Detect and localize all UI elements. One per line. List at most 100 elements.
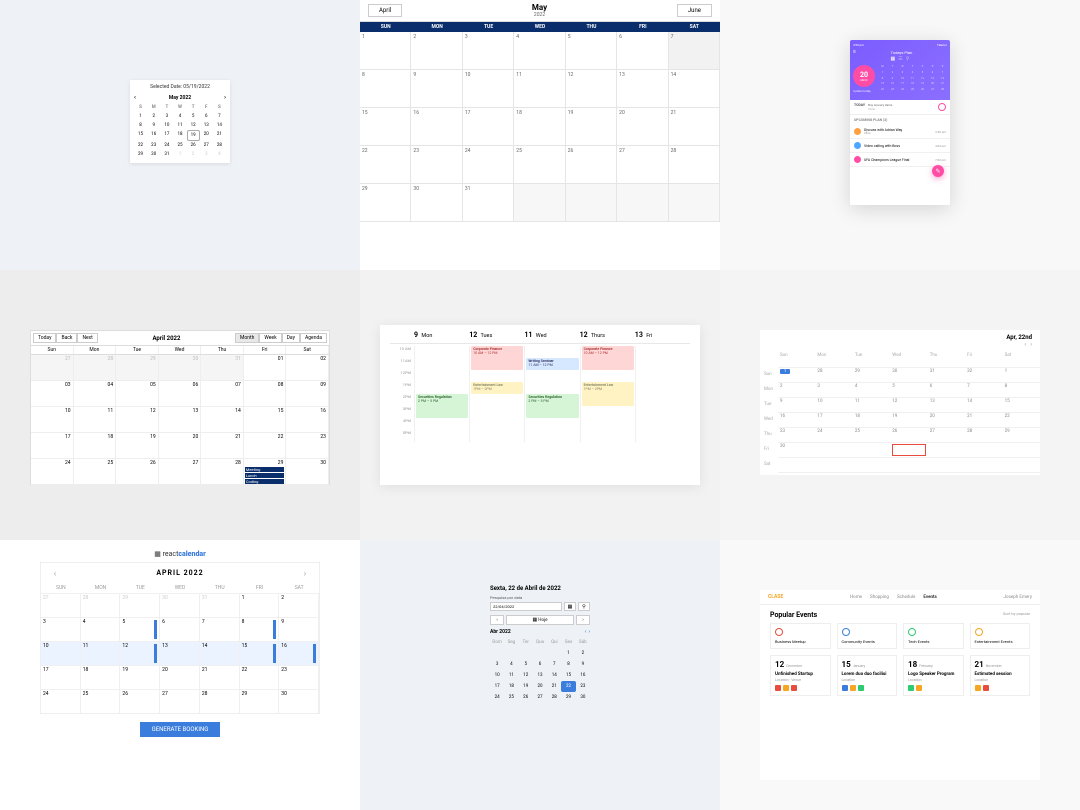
day-cell[interactable]: 29MeetingLunchCoding <box>244 459 287 485</box>
day-cell[interactable]: 28 <box>669 146 720 184</box>
month-grid[interactable]: 2728293031123456789101112131415161718192… <box>41 593 319 713</box>
day-cell[interactable]: 19 <box>116 433 159 459</box>
day-cell[interactable]: 12 <box>566 70 617 108</box>
day-cell[interactable]: 14 <box>201 407 244 433</box>
day-cell[interactable]: 26 <box>120 689 160 713</box>
day-cell[interactable]: 27 <box>41 593 81 617</box>
next-button[interactable]: Next <box>77 333 97 343</box>
day-cell[interactable]: 8 <box>561 659 575 670</box>
day-cell[interactable]: 30 <box>286 459 329 485</box>
day-cell[interactable]: 18 <box>74 433 117 459</box>
day-cell[interactable]: 5 <box>566 32 617 70</box>
day-cell[interactable]: 24 <box>490 692 504 703</box>
day-cell[interactable]: 30 <box>147 150 160 159</box>
day-cell[interactable]: 08 <box>244 381 287 407</box>
search-icon-button[interactable]: ⚲ <box>578 602 590 611</box>
day-cell[interactable]: 6 <box>928 382 965 397</box>
day-cell[interactable]: 1 <box>173 150 186 159</box>
day-cell[interactable] <box>669 184 720 222</box>
day-cell[interactable]: 21 <box>200 665 240 689</box>
day-cell[interactable]: 29 <box>134 150 147 159</box>
day-cell[interactable]: 27 <box>160 689 200 713</box>
day-cell[interactable] <box>815 442 852 457</box>
day-cell[interactable]: 21 <box>669 108 720 146</box>
menu-icon[interactable]: ≡ <box>853 49 856 55</box>
day-cell[interactable]: 5 <box>187 112 200 121</box>
day-cell[interactable]: 15 <box>240 641 280 665</box>
day-cell[interactable]: 23 <box>778 427 815 442</box>
day-cell[interactable]: 27 <box>200 141 213 150</box>
day-cell[interactable]: 2 <box>411 32 462 70</box>
day-cell[interactable] <box>504 648 518 659</box>
pin-icon[interactable] <box>938 103 946 111</box>
datepicker-grid[interactable]: SMTWTFS123456789101112131415161718192021… <box>134 103 226 159</box>
day-cell[interactable]: 30 <box>160 593 200 617</box>
day-cell[interactable]: 31 <box>200 593 240 617</box>
day-cell[interactable]: 10 <box>490 670 504 681</box>
day-cell[interactable]: 23 <box>147 141 160 150</box>
day-cell[interactable]: 06 <box>159 381 202 407</box>
day-cell[interactable]: 17 <box>815 412 852 427</box>
list-icon[interactable]: ☰ <box>898 56 902 62</box>
day-cell[interactable]: 20 <box>533 681 547 692</box>
day-cell[interactable]: 29 <box>116 355 159 381</box>
day-cell[interactable]: 19 <box>120 665 160 689</box>
day-cell[interactable]: 17 <box>160 130 173 141</box>
day-cell[interactable]: 18 <box>853 412 890 427</box>
day-cell[interactable]: 2 <box>279 593 319 617</box>
category-card[interactable]: Business Meetup <box>770 623 831 649</box>
day-cell[interactable]: 18 <box>173 130 186 141</box>
day-cell[interactable]: 3 <box>815 382 852 397</box>
day-cell[interactable]: 20 <box>928 412 965 427</box>
day-cell[interactable]: 1 <box>1003 367 1040 382</box>
day-cell[interactable]: 31 <box>928 367 965 382</box>
day-cell[interactable]: 31 <box>463 184 514 222</box>
day-cell[interactable]: 6 <box>160 617 200 641</box>
day-cell[interactable]: 11 <box>173 121 186 130</box>
day-cell[interactable]: 15 <box>561 670 575 681</box>
view-agenda-button[interactable]: Agenda <box>300 333 327 343</box>
next-month-icon[interactable]: › <box>224 94 226 101</box>
event[interactable]: Coding <box>245 479 285 484</box>
day-cell[interactable]: 10 <box>31 407 74 433</box>
day-cell[interactable]: 5 <box>519 659 533 670</box>
day-cell[interactable]: 26 <box>890 427 927 442</box>
day-cell[interactable]: 17 <box>31 433 74 459</box>
day-cell[interactable]: 17 <box>490 681 504 692</box>
day-cell[interactable]: 22 <box>360 146 411 184</box>
next-month-icon[interactable]: › <box>588 629 590 635</box>
day-cell[interactable]: 25 <box>81 689 121 713</box>
day-cell[interactable]: 13 <box>617 70 668 108</box>
day-cell[interactable]: 1 <box>778 367 815 382</box>
category-card[interactable]: Tech Events <box>903 623 964 649</box>
day-cell[interactable]: 13 <box>928 397 965 412</box>
day-cell[interactable]: 25 <box>514 146 565 184</box>
day-cell[interactable]: 26 <box>566 146 617 184</box>
day-cell[interactable]: 4 <box>514 32 565 70</box>
day-cell[interactable]: 20 <box>160 665 200 689</box>
day-cell[interactable]: 8 <box>360 70 411 108</box>
day-cell[interactable]: 29 <box>360 184 411 222</box>
day-cell[interactable]: 05 <box>116 381 159 407</box>
day-cell[interactable] <box>514 184 565 222</box>
day-cell[interactable]: 24 <box>463 146 514 184</box>
day-cell[interactable] <box>547 648 561 659</box>
day-cell[interactable] <box>853 442 890 457</box>
day-cell[interactable]: 23 <box>411 146 462 184</box>
day-cell[interactable]: 2 <box>147 112 160 121</box>
today-button[interactable]: ▦ Hoje <box>506 615 574 625</box>
day-cell[interactable] <box>815 472 852 487</box>
day-cell[interactable]: 01 <box>244 355 287 381</box>
category-card[interactable]: Entertainment Events <box>970 623 1031 649</box>
day-cell[interactable]: 27 <box>928 427 965 442</box>
day-cell[interactable]: 14 <box>965 397 1002 412</box>
day-cell[interactable]: 18 <box>81 665 121 689</box>
day-cell[interactable]: 11 <box>504 670 518 681</box>
week-grid[interactable]: 10 AMSecurities Regulation2 PM – 5 PMCor… <box>390 346 690 442</box>
day-cell[interactable]: 29 <box>240 689 280 713</box>
day-cell[interactable]: 16 <box>576 670 590 681</box>
day-cell[interactable]: 22 <box>561 681 575 692</box>
day-cell[interactable]: 13 <box>533 670 547 681</box>
day-cell[interactable]: 10 <box>160 121 173 130</box>
day-cell[interactable]: 3 <box>160 112 173 121</box>
